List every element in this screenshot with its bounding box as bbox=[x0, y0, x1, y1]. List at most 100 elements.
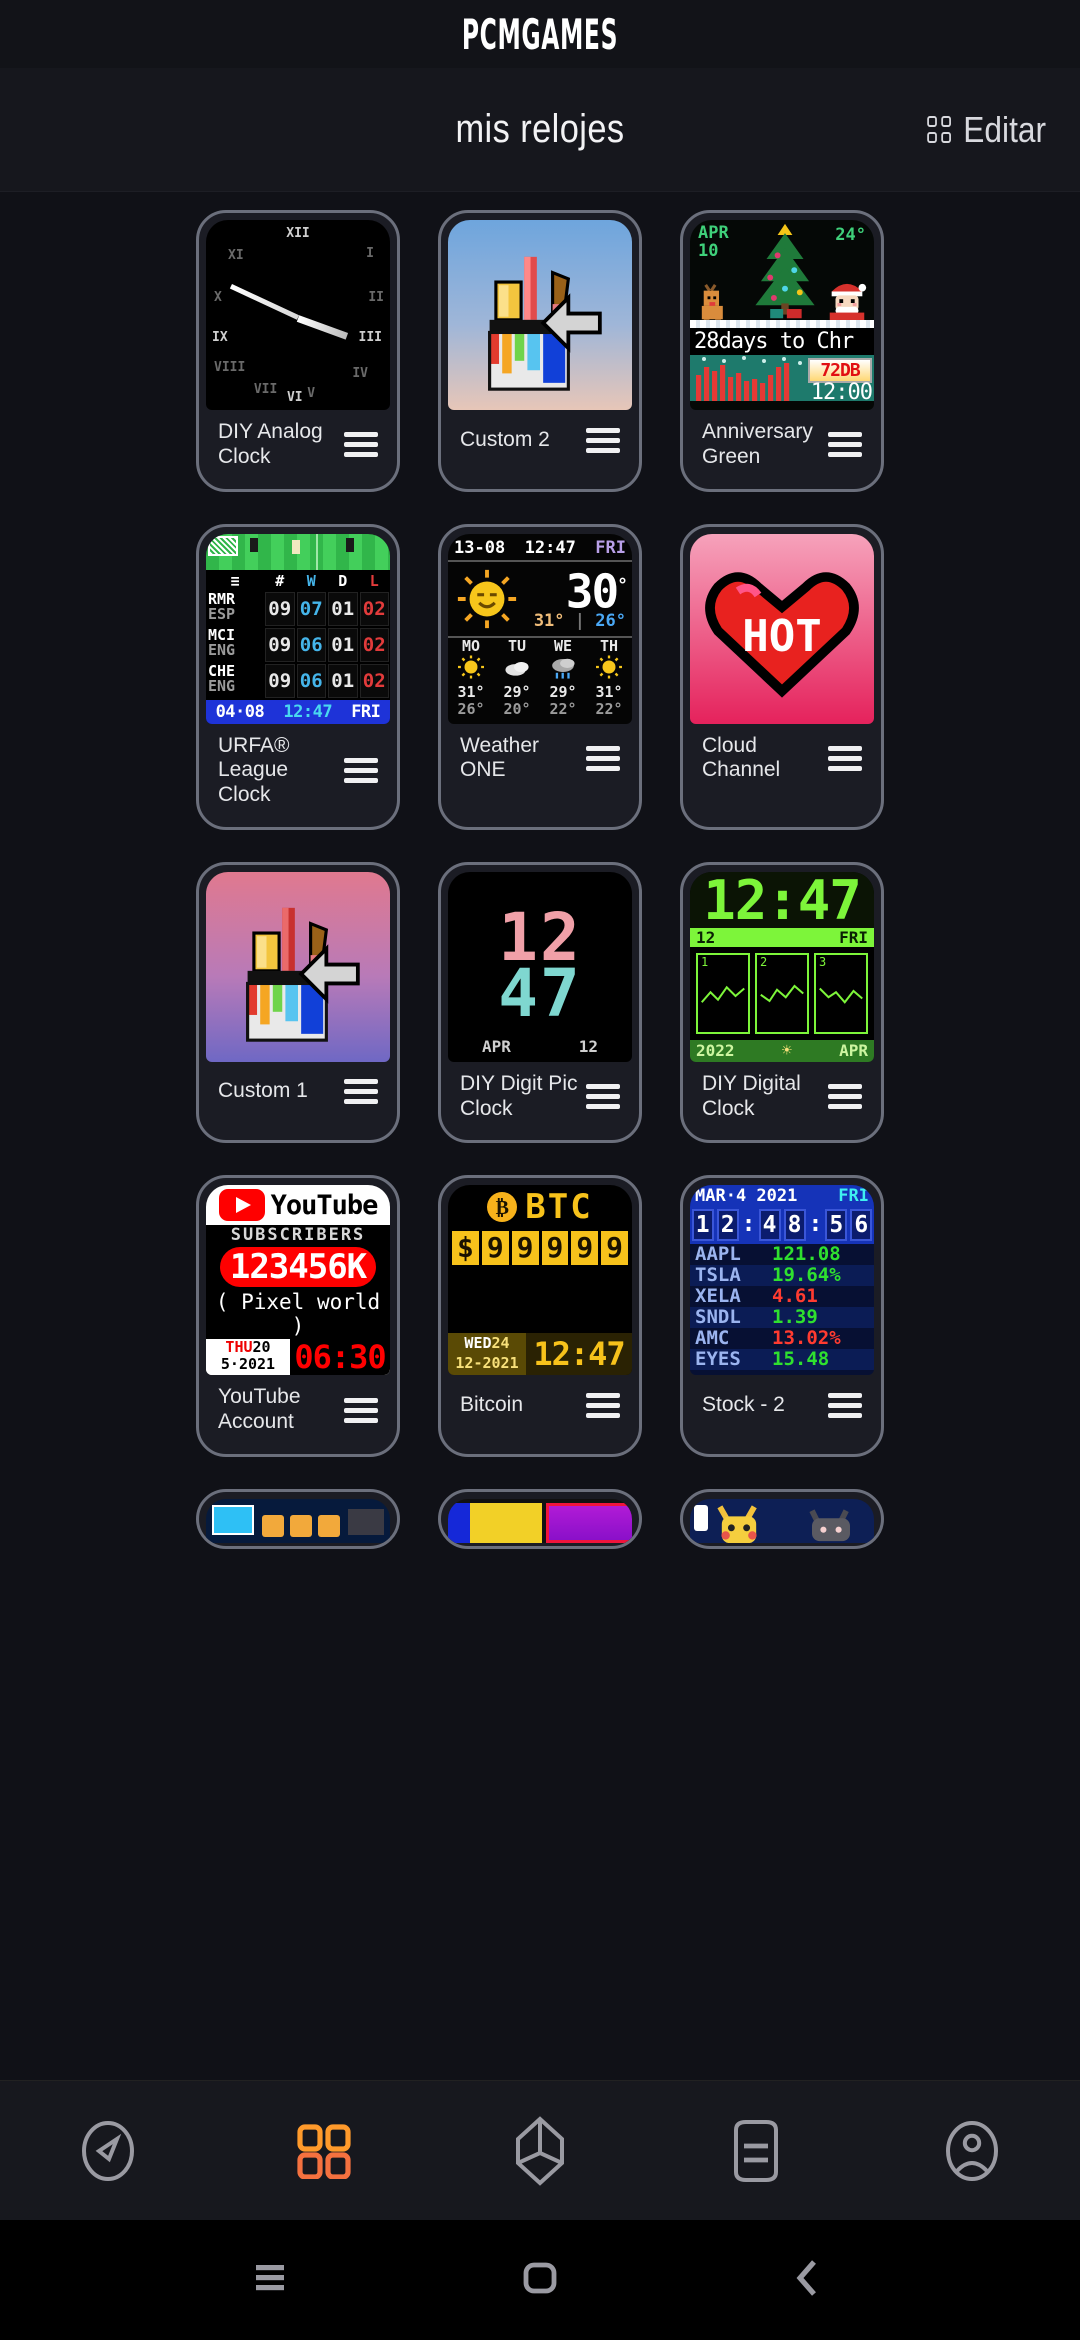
stock-header: MAR·4 2021 FRI bbox=[690, 1185, 874, 1208]
clock-digit: 4 bbox=[758, 1209, 781, 1242]
nav-item-create[interactable] bbox=[495, 2106, 585, 2196]
forecast-day: MO 31° 26° bbox=[448, 637, 494, 724]
watch-card-menu-icon[interactable] bbox=[342, 1394, 380, 1427]
watch-card-bitcoin[interactable]: ₿ BTC $ 9 9 9 9 9 WED24 12-2021 12:47 Bi… bbox=[438, 1175, 642, 1457]
watch-card-stock-2[interactable]: MAR·4 2021 FRI 1 2 : 4 8 : 5 6 AAPL 121.0… bbox=[680, 1175, 884, 1457]
watch-card-partial-3[interactable] bbox=[680, 1488, 884, 1549]
recents-icon[interactable] bbox=[256, 2261, 290, 2300]
edit-button[interactable]: Editar bbox=[927, 109, 1046, 151]
watch-card-menu-icon[interactable] bbox=[584, 1389, 622, 1422]
price-digit: 9 bbox=[511, 1231, 539, 1266]
team-country: ENG bbox=[208, 640, 236, 659]
grid-icon bbox=[297, 2123, 351, 2179]
numeral-iv: IV bbox=[352, 366, 368, 381]
watch-card-youtube-account[interactable]: YouTube SUBSCRIBERS 123456K ( Pixel worl… bbox=[196, 1175, 400, 1457]
watch-card-menu-icon[interactable] bbox=[584, 424, 622, 457]
league-row: RMR ESP 09 07 01 02 bbox=[206, 591, 390, 626]
bitcoin-time: 12:47 bbox=[526, 1333, 632, 1376]
cell-l: 02 bbox=[359, 627, 389, 662]
watch-card-menu-icon[interactable] bbox=[342, 428, 380, 461]
numeral-xi: XI bbox=[228, 248, 244, 263]
forecast-label: WE bbox=[553, 636, 573, 655]
watch-card-urfa-league-clock[interactable]: ≡ # W D L RMR ESP 09 07 01 02 MCI ENG 09… bbox=[196, 523, 400, 830]
nav-item-profile[interactable] bbox=[927, 2106, 1017, 2196]
digitpic-datebar: APR 12 bbox=[448, 1037, 632, 1056]
watch-card-menu-icon[interactable] bbox=[584, 1080, 622, 1113]
xmas-day: 10 bbox=[698, 240, 719, 261]
watch-card-menu-icon[interactable] bbox=[342, 754, 380, 787]
col-played: # bbox=[275, 571, 285, 590]
watch-preview-bitcoin: ₿ BTC $ 9 9 9 9 9 WED24 12-2021 12:47 bbox=[448, 1185, 632, 1376]
rain-icon bbox=[552, 659, 575, 679]
watch-card-footer: Weather ONE bbox=[448, 724, 632, 796]
league-date: 04·08 bbox=[215, 701, 265, 722]
watch-card-menu-icon[interactable] bbox=[826, 428, 864, 461]
person-icon bbox=[946, 2120, 998, 2181]
watch-card-diy-digital-clock[interactable]: 12:47 12 FRI 1 2 3 2022 ☀ APR DIY Digita… bbox=[680, 861, 884, 1144]
nav-item-feed[interactable] bbox=[711, 2106, 801, 2196]
back-icon[interactable] bbox=[790, 2258, 824, 2303]
watch-card-custom-1[interactable]: Custom 1 bbox=[196, 861, 400, 1144]
watch-card-diy-analog-clock[interactable]: XII I II III IV V VI VII VIII IX X XI DI… bbox=[196, 210, 400, 492]
watch-card-footer: Cloud Channel bbox=[690, 724, 874, 796]
nav-item-my-watch-faces[interactable] bbox=[279, 2106, 369, 2196]
graph-box-label: 3 bbox=[819, 954, 827, 969]
watch-card-weather-one[interactable]: 13-08 12:47 FRI 30° 31° | 26° MO 31° 26°… bbox=[438, 523, 642, 830]
cell-played: 09 bbox=[265, 627, 295, 662]
cell-played: 09 bbox=[265, 591, 295, 626]
watch-card-partial-1[interactable] bbox=[196, 1488, 400, 1549]
forecast-label: TU bbox=[507, 636, 527, 655]
stock-symbol: TSLA bbox=[695, 1264, 741, 1287]
youtube-play-icon bbox=[218, 1189, 265, 1222]
watch-card-footer: DIY Digital Clock bbox=[690, 1062, 874, 1134]
paint-cup-icon bbox=[246, 908, 360, 1043]
watch-card-name: YouTube Account bbox=[218, 1385, 301, 1434]
watch-card-menu-icon[interactable] bbox=[826, 1389, 864, 1422]
watch-card-menu-icon[interactable] bbox=[342, 1075, 380, 1108]
watch-card-anniversary-green[interactable]: APR 10 24° 28days to Chr 72DB 12:00 Anni… bbox=[680, 210, 884, 492]
clock-sep: : bbox=[741, 1211, 756, 1238]
youtube-date-rest: 5·2021 bbox=[220, 1355, 276, 1374]
watch-card-diy-digit-pic-clock[interactable]: 12 47 APR 12 DIY Digit Pic Clock bbox=[438, 861, 642, 1144]
stock-symbol: SNDL bbox=[695, 1306, 741, 1329]
watch-card-partial-2[interactable] bbox=[438, 1488, 642, 1549]
edit-button-label: Editar bbox=[963, 108, 1046, 150]
compass-icon bbox=[82, 2120, 134, 2181]
digital-year: 2022 bbox=[696, 1041, 735, 1061]
digital-month: APR bbox=[839, 1041, 868, 1061]
watch-preview-partial-1 bbox=[206, 1498, 390, 1543]
watch-card-footer: Bitcoin bbox=[448, 1375, 632, 1437]
bitcoin-title: BTC bbox=[525, 1187, 593, 1228]
watch-card-menu-icon[interactable] bbox=[826, 742, 864, 775]
graph-box-label: 1 bbox=[701, 954, 709, 969]
watch-preview-youtube: YouTube SUBSCRIBERS 123456K ( Pixel worl… bbox=[206, 1185, 390, 1376]
stock-row: EYES 15.48 bbox=[690, 1348, 874, 1371]
watch-card-custom-2[interactable]: Custom 2 bbox=[438, 210, 642, 492]
numeral-vii: VII bbox=[253, 382, 278, 397]
stock-row: SNDL 1.39 bbox=[690, 1306, 874, 1329]
watch-card-menu-icon[interactable] bbox=[584, 742, 622, 775]
app-logo: PCMGAMES bbox=[461, 9, 619, 59]
watch-card-cloud-channel[interactable]: HOT Cloud Channel bbox=[680, 523, 884, 830]
watch-card-footer: YouTube Account bbox=[206, 1375, 390, 1447]
cell-d: 01 bbox=[328, 663, 358, 698]
heart-label: HOT bbox=[742, 611, 821, 662]
cloud-icon bbox=[505, 662, 529, 676]
stock-symbol: EYES bbox=[695, 1348, 741, 1371]
clock-digit: 6 bbox=[850, 1209, 873, 1242]
youtube-weekday: THU bbox=[225, 1338, 253, 1357]
digital-footer: 2022 ☀ APR bbox=[690, 1039, 874, 1062]
numeral-iii: III bbox=[358, 330, 382, 345]
watch-card-menu-icon[interactable] bbox=[826, 1080, 864, 1113]
cube-icon bbox=[516, 2115, 564, 2186]
cell-w: 07 bbox=[296, 591, 326, 626]
home-icon[interactable] bbox=[520, 2261, 560, 2300]
watch-preview-digital-green: 12:47 12 FRI 1 2 3 2022 ☀ APR bbox=[690, 871, 874, 1062]
watch-card-name: DIY Digit Pic Clock bbox=[460, 1071, 578, 1120]
nav-item-discover[interactable] bbox=[63, 2106, 153, 2196]
league-team: MCI ENG bbox=[206, 627, 264, 662]
digital-graph-box: 2 bbox=[755, 952, 809, 1034]
digital-weekday: FRI bbox=[839, 927, 868, 947]
watch-preview-weather: 13-08 12:47 FRI 30° 31° | 26° MO 31° 26°… bbox=[448, 533, 632, 724]
watch-face-scroll[interactable]: XII I II III IV V VI VII VIII IX X XI DI… bbox=[0, 192, 1080, 2340]
